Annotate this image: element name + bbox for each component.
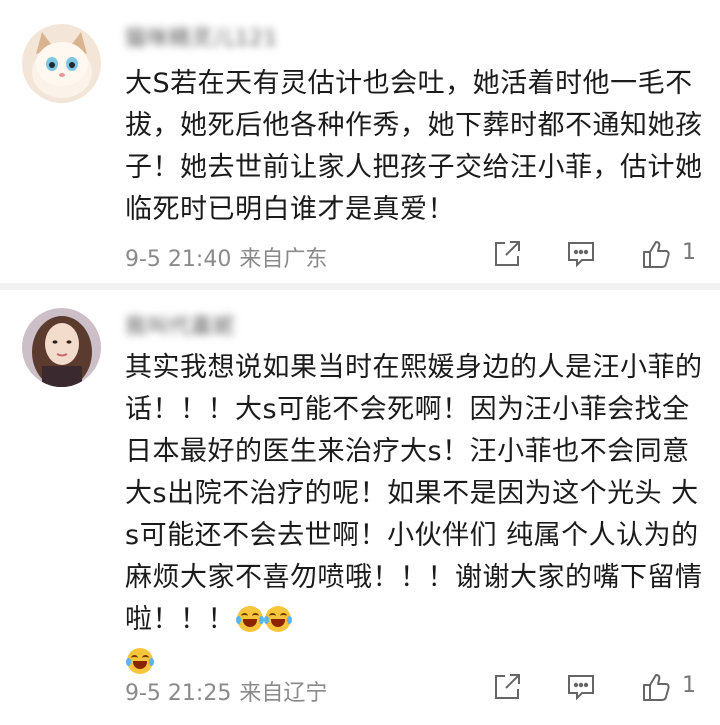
thumbs-up-icon [643, 241, 670, 268]
share-icon [495, 674, 520, 699]
comment-text-body: 其实我想说如果当时在熙媛身边的人是汪小菲的话！！！大s可能不会死啊！因为汪小菲会… [125, 352, 703, 635]
comment-item: 我叫代嘉妮 其实我想说如果当时在熙媛身边的人是汪小菲的话！！！大s可能不会死啊！… [0, 290, 720, 725]
thumbs-up-icon [643, 674, 670, 701]
like-button[interactable]: 1 [640, 671, 700, 703]
comment-button[interactable] [565, 238, 597, 270]
comment-button[interactable] [565, 671, 597, 703]
like-count: 1 [682, 673, 696, 698]
laugh-cry-emoji-icon [236, 606, 264, 632]
like-count: 1 [682, 240, 696, 265]
avatar[interactable] [22, 308, 101, 387]
laugh-cry-emoji-icon [126, 648, 154, 674]
location: 来自辽宁 [239, 681, 328, 706]
share-button[interactable] [491, 238, 523, 270]
comment-item: 猫咪精灵儿121 大S若在天有灵估计也会吐，她活着时他一毛不拔，她死后他各种作秀… [0, 0, 720, 283]
share-button[interactable] [491, 671, 523, 703]
username[interactable]: 我叫代嘉妮 [125, 310, 235, 340]
location: 来自广东 [239, 247, 328, 272]
timestamp: 9-5 21:25 [125, 681, 232, 706]
comment-icon [568, 242, 594, 268]
timestamp: 9-5 21:40 [125, 247, 232, 272]
share-icon [495, 241, 520, 266]
avatar[interactable] [22, 24, 101, 103]
laugh-cry-emoji-icon [264, 606, 292, 632]
divider [0, 283, 720, 290]
username[interactable]: 猫咪精灵儿121 [125, 22, 278, 52]
comment-text: 大S若在天有灵估计也会吐，她活着时他一毛不拔，她死后他各种作秀，她下葬时都不通知… [125, 68, 703, 225]
like-button[interactable]: 1 [640, 238, 700, 270]
comment-meta: 9-5 21:25 来自辽宁 [125, 675, 327, 707]
comment-icon [568, 675, 594, 701]
comment-text: 其实我想说如果当时在熙媛身边的人是汪小菲的话！！！大s可能不会死啊！因为汪小菲会… [125, 347, 710, 683]
comment-meta: 9-5 21:40 来自广东 [125, 241, 327, 273]
